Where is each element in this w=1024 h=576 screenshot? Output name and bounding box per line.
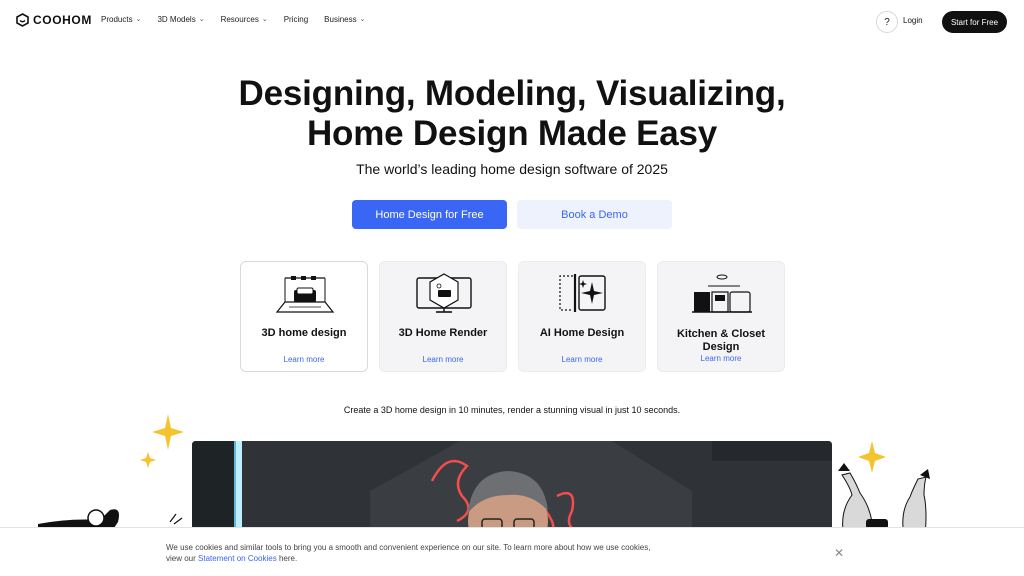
brand-name: COOHOM [33,13,92,27]
home-design-free-button[interactable]: Home Design for Free [352,200,507,229]
top-nav-bar: COOHOM Products ⌄ 3D Models ⌄ Resources … [0,0,1024,43]
chevron-down-icon: ⌄ [261,15,268,23]
learn-more-link[interactable]: Learn more [380,355,506,364]
cookie-banner: We use cookies and similar tools to brin… [0,527,1024,576]
nav-pricing-label: Pricing [283,15,309,24]
logo-hexagon-icon [16,13,29,27]
learn-more-link[interactable]: Learn more [241,355,367,364]
chevron-down-icon: ⌄ [359,15,366,23]
nav-business-label: Business [324,15,357,24]
coohom-logo[interactable]: COOHOM [16,13,92,27]
learn-more-link[interactable]: Learn more [519,355,645,364]
book-demo-button[interactable]: Book a Demo [517,200,672,229]
cookie-text: We use cookies and similar tools to brin… [166,542,666,564]
help-button[interactable]: ? [876,11,898,33]
cookie-statement-link[interactable]: Statement on Cookies [198,554,277,563]
learn-more-link[interactable]: Learn more [658,354,784,363]
nav-products-label: Products [101,15,133,24]
main-nav: Products ⌄ 3D Models ⌄ Resources ⌄ Prici… [101,15,382,24]
close-icon[interactable]: ✕ [834,546,844,560]
card-title: Kitchen & Closet Design [676,328,765,353]
cookie-text-end: here. [276,554,298,563]
feature-card-3d-home-render[interactable]: 3D Home Render Learn more [379,261,507,372]
hero-title: Designing, Modeling, Visualizing, Home D… [0,74,1024,154]
hero-subtitle: The world’s leading home design software… [356,161,668,177]
feature-card-3d-home-design[interactable]: 3D home design Learn more [240,261,368,372]
nav-3d-models[interactable]: 3D Models ⌄ [157,15,204,24]
monitor-render-icon [416,273,472,313]
nav-business[interactable]: Business ⌄ [324,15,365,24]
feature-card-ai-home-design[interactable]: AI Home Design Learn more [518,261,646,372]
feature-card-kitchen-closet-design[interactable]: Kitchen & Closet Design Learn more [657,261,785,372]
ai-sparkle-icon [559,274,606,312]
nav-resources-label: Resources [220,15,259,24]
card-title: 3D Home Render [398,327,488,339]
card-title: 3D home design [261,327,347,339]
nav-3d-models-label: 3D Models [157,15,196,24]
start-for-free-button[interactable]: Start for Free [942,11,1007,33]
hero-title-line2: Home Design Made Easy [306,114,718,153]
hero-title-line1: Designing, Modeling, Visualizing, [238,74,786,113]
chevron-down-icon: ⌄ [198,15,205,23]
sofa-room-icon [275,276,335,313]
nav-products[interactable]: Products ⌄ [101,15,141,24]
kitchen-cabinet-icon [692,274,752,313]
card-title: AI Home Design [539,327,625,339]
login-link[interactable]: Login [903,16,923,25]
nav-resources[interactable]: Resources ⌄ [221,15,268,24]
nav-pricing[interactable]: Pricing [284,15,308,24]
chevron-down-icon: ⌄ [135,15,142,23]
